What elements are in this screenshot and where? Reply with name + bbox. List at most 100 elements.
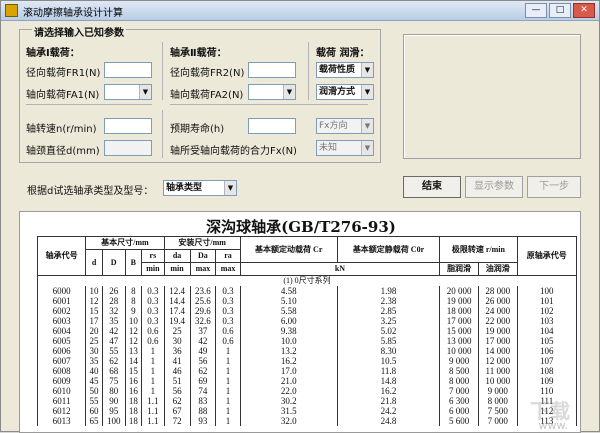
table-cell: 10 000 [439,346,479,356]
table-cell: 20 [85,326,103,336]
table-cell: 49 [189,346,217,356]
input-params-group: 请选择输入已知参数 轴承Ⅰ载荷： 径向载荷FR1(N) 轴向载荷FA1(N) ▼… [19,24,381,163]
col-install: 安装尺寸/mm [163,236,241,250]
table-cell: 42 [189,336,217,346]
table-cell: 15 [85,306,103,316]
col-B: B [124,249,143,276]
table-cell: 104 [516,326,578,336]
table-cell: 1 [215,386,241,396]
table-row: 6009 45 75 16 1 51 69 1 21.0 14.8 8 000 10 000 109 [36,376,578,386]
table-cell: 11.8 [336,366,441,376]
fa1-select[interactable]: ▼ [104,84,152,100]
minimize-button[interactable]: — [525,3,547,18]
chevron-down-icon: ▼ [361,141,373,155]
table-cell: 24.2 [336,406,441,416]
fr2-input[interactable] [248,62,296,78]
table-cell: 9 000 [439,356,479,366]
table-cell: 1.1 [141,406,165,416]
table-cell: 100 [101,416,126,426]
table-cell: 0.6 [141,336,165,346]
table-cell: 7 000 [477,416,518,426]
table-row: 6008 40 68 15 1 46 62 1 17.0 11.8 8 500 11 000 108 [36,366,578,376]
fa2-select[interactable]: ▼ [248,84,296,100]
fx-value-select[interactable]: 未知 ▼ [316,140,374,156]
chevron-down-icon: ▼ [139,85,151,99]
table-title: 深沟球轴承(GB/T276-93) [206,218,396,236]
chevron-down-icon: ▼ [224,181,236,195]
table-cell: 75 [101,376,126,386]
table-cell: 72 [163,416,191,426]
table-cell: 6004 [36,326,87,336]
table-cell: 31.5 [239,406,338,416]
next-step-button[interactable]: 下一步 [527,176,581,198]
neck-diameter-input[interactable] [104,140,152,156]
table-cell: 12 [124,326,143,336]
col-grease: 脂润滑 [439,262,479,276]
table-cell: 19 000 [477,326,518,336]
bearing-type-select[interactable]: 轴承类型 ▼ [163,180,237,196]
table-cell: 0.3 [215,316,241,326]
col-ra: ra [215,249,241,263]
table-cell: 17 000 [477,336,518,346]
fr1-input[interactable] [104,62,152,78]
table-cell: 6000 [36,286,87,296]
table-cell: 1.1 [141,396,165,406]
table-cell: 6 300 [439,396,479,406]
col-da: da [163,249,191,263]
table-cell: 10.5 [336,356,441,366]
fx-direction-value: Fx方向 [319,121,348,131]
table-cell: 12 000 [477,356,518,366]
divider [26,104,152,105]
bearing-table-image: 深沟球轴承(GB/T276-93) 轴承代号 基本尺寸/mm 安装尺寸/mm 基… [19,211,581,433]
table-cell: 41 [163,356,191,366]
fx-value: 未知 [319,143,338,153]
table-cell: 5.10 [239,296,338,306]
table-cell: 19 000 [439,296,479,306]
table-cell: 14 000 [477,346,518,356]
table-cell: 30.2 [239,396,338,406]
speed-input[interactable] [104,118,152,134]
table-cell: 8 000 [477,396,518,406]
table-cell: 62 [189,366,217,376]
watermark: www. [538,419,568,432]
table-cell: 60 [85,406,103,416]
table-cell: 55 [101,346,126,356]
table-cell: 0.6 [215,336,241,346]
table-cell: 2.38 [336,296,441,306]
table-cell: 13 000 [439,336,479,346]
table-cell: 80 [101,386,126,396]
col-da-min: min [163,262,191,276]
finish-button[interactable]: 结束 [403,176,461,198]
table-cell: 6012 [36,406,87,416]
col-limit: 极限转速 r/min [439,236,518,263]
table-cell: 88 [189,406,217,416]
col-oil: 油润滑 [477,262,518,276]
life-input[interactable] [248,118,296,134]
table-cell: 36 [163,346,191,356]
table-cell: 9.38 [239,326,338,336]
divider [162,110,163,158]
table-cell: 16 [124,376,143,386]
load-nature-select[interactable]: 载荷性质 ▼ [316,62,374,78]
table-cell: 0.6 [141,326,165,336]
table-cell: 102 [516,306,578,316]
table-cell: 93 [189,416,217,426]
col-basic: 基本尺寸/mm [85,236,165,250]
table-row: 6011 55 90 18 1.1 62 83 1 30.2 21.8 6 300 8 000 111 [36,396,578,406]
table-cell: 4.58 [239,286,338,296]
lub-method-select[interactable]: 润滑方式 ▼ [316,84,374,100]
table-cell: 6011 [36,396,87,406]
fx-direction-select[interactable]: Fx方向 ▼ [316,118,374,134]
table-cell: 1.1 [141,416,165,426]
table-cell: 35 [85,356,103,366]
table-cell: 1 [141,376,165,386]
chevron-down-icon: ▼ [283,85,295,99]
close-button[interactable]: ✕ [573,3,595,18]
table-cell: 1 [141,346,165,356]
col-c0r: 基本额定静载荷 C0r [336,236,441,263]
fa1-label: 轴向载荷FA1(N) [26,90,100,101]
show-params-button[interactable]: 显示参数 [465,176,523,198]
maximize-button[interactable]: □ [549,3,571,18]
table-cell: 17 000 [439,316,479,326]
table-cell: 103 [516,316,578,326]
